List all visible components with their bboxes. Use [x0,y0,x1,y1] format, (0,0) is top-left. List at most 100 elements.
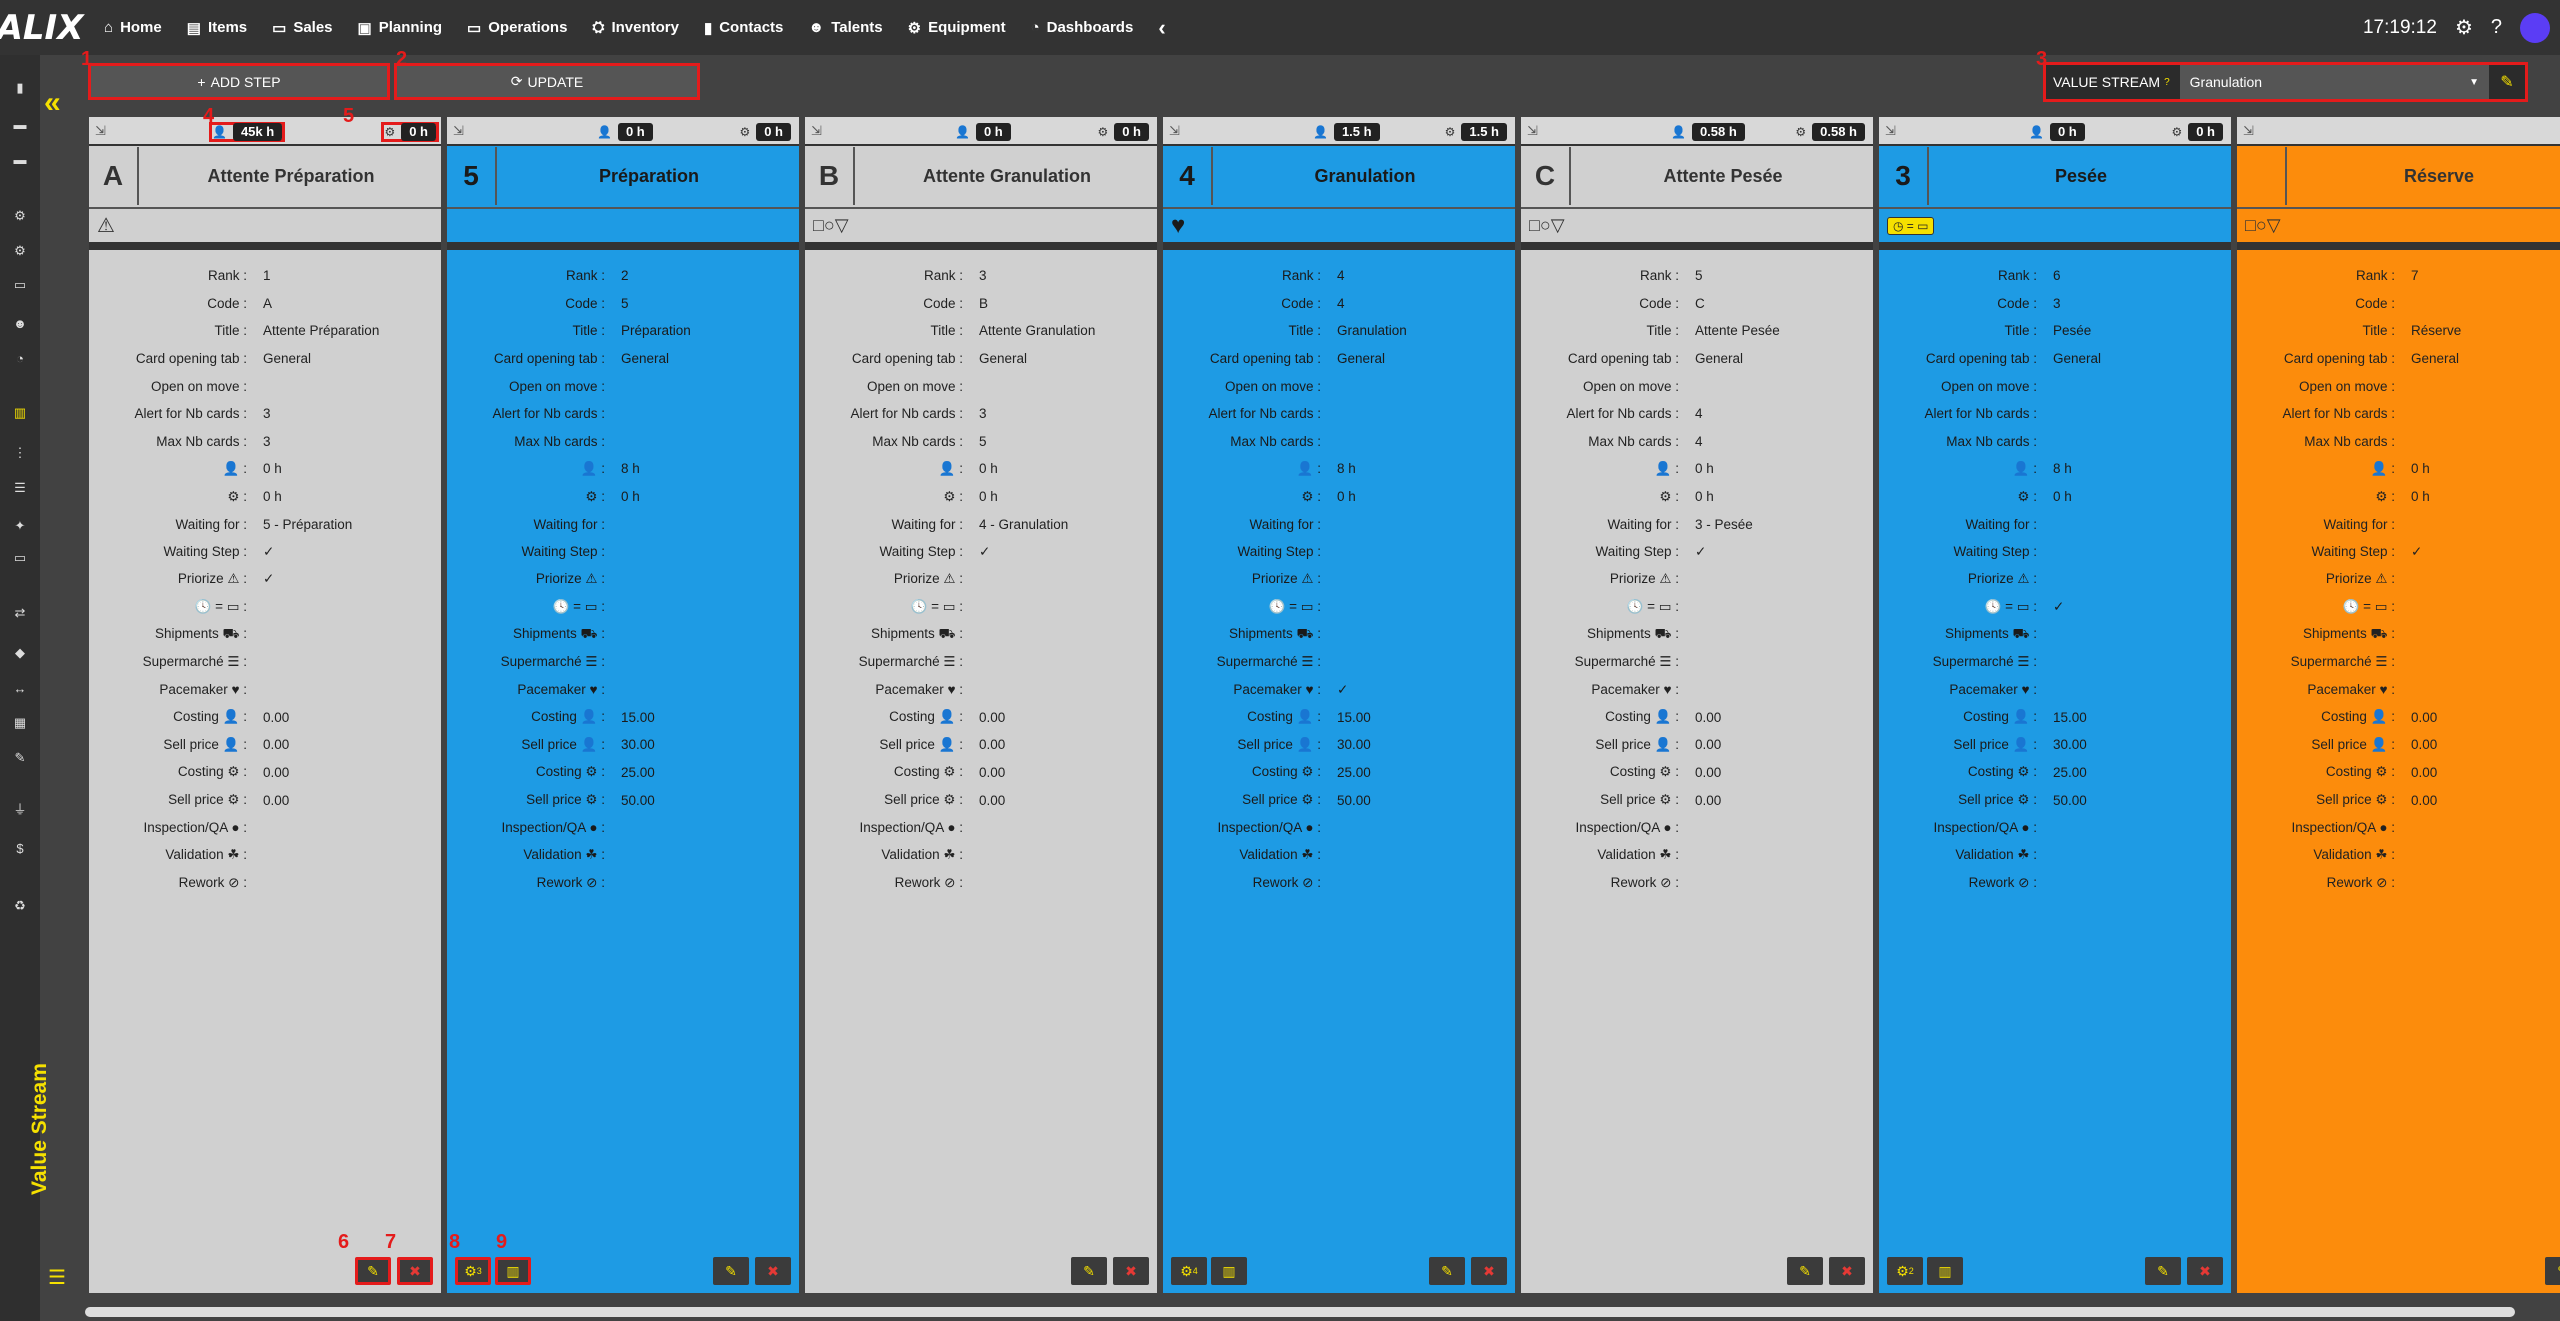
avatar[interactable] [2520,12,2550,43]
property-label-text: Pacemaker [1949,682,2018,698]
delete-step-button[interactable]: ✖ [1829,1257,1865,1285]
step-card[interactable]: ⇲ 👤 45k h ⚙ 0 h A Attente Préparation ⚠ Rank :1C… [89,117,441,1293]
group-icon[interactable]: ☻ [12,315,28,331]
calendar-icon: ▭ [942,598,956,614]
nav-item-talents[interactable]: ☻ Talents [808,19,882,36]
warning-icon: ⚠ [2375,571,2388,587]
equipment-button[interactable]: ⚙ 3 [455,1257,491,1285]
ruler-icon[interactable]: ↔ [12,680,28,696]
nav-item-items[interactable]: ▤ Items [187,19,247,37]
delete-step-button[interactable]: ✖ [2187,1257,2223,1285]
machine-hours-value: 0.58 h [1812,123,1865,141]
edit-step-button[interactable]: ✎ [2545,1257,2560,1285]
step-card[interactable]: ⇲ 👤 0.58 h ⚙ 0.58 h C Attente Pesée □○▽ Rank :5C… [1521,117,1873,1293]
property-label-text: Inspection/QA [859,820,944,836]
help-icon[interactable]: ? [2164,77,2170,88]
board-view-button[interactable]: ▥ [1211,1257,1247,1285]
machine-hours-value: 0 h [756,123,791,141]
nav-item-equipment[interactable]: ⚙ Equipment [908,19,1006,37]
drag-handle-icon[interactable]: ⇲ [811,123,822,139]
app-logo[interactable]: ALIX [0,0,83,55]
property-value: 0.00 [979,709,1006,725]
update-button[interactable]: ⟳ UPDATE [394,63,700,100]
gauge-icon[interactable]: ◔ [12,350,28,366]
step-card[interactable]: ⇲ 👤 0 h ⚙ 0 h 3 Pesée ◷ = ▭ Rank : 6 Code : 3 Title … [1879,117,2231,1293]
property-value: 0 h [2053,489,2072,505]
edit-step-button[interactable]: ✎ [1787,1257,1823,1285]
step-card[interactable]: ⇲ 👤 0 h ⚙ 0 h B Attente Granulation □○▽ Rank :3C… [805,117,1157,1293]
add-step-button[interactable]: + ADD STEP [88,63,390,100]
home-icon: ⌂ [104,19,114,36]
dollar-icon[interactable]: $ [12,840,28,856]
value-stream-select[interactable]: Granulation ▼ [2179,65,2489,99]
person-hours-value: 0 h [2049,123,2085,141]
drag-handle-icon[interactable]: ⇲ [2243,123,2254,139]
gear-icon[interactable]: ⚙ [12,208,28,224]
edit-value-stream-button[interactable]: ✎ [2489,65,2525,99]
drag-handle-icon[interactable]: ⇲ [95,123,106,139]
equipment-button[interactable]: ⚙ 2 [1887,1257,1923,1285]
nav-item-operations[interactable]: ▭ Operations [467,19,567,37]
file-icon[interactable]: ▮ [12,80,28,96]
transfer-icon[interactable]: ⇄ [12,605,28,621]
property-label-text: Alert for Nb cards : [1566,406,1679,422]
truck-icon[interactable]: ▬ [12,151,28,167]
drag-handle-icon[interactable]: ⇲ [1885,123,1896,139]
property-value: Attente Granulation [979,323,1096,339]
card-icon[interactable]: ▭ [12,277,28,293]
edit-step-button[interactable]: ✎ [355,1257,391,1285]
property-label-text: Waiting for : [175,516,247,532]
board-view-button[interactable]: ▥ [495,1257,531,1285]
property-label-text: Max Nb cards : [1946,433,2037,449]
delete-step-button[interactable]: ✖ [755,1257,791,1285]
drag-handle-icon[interactable]: ⇲ [1527,123,1538,139]
delete-step-button[interactable]: ✖ [397,1257,433,1285]
brush-icon[interactable]: ✎ [12,750,28,766]
property-label: Waiting for : [1163,517,1333,532]
plug-icon[interactable]: ⏚ [12,800,28,817]
edit-step-button[interactable]: ✎ [713,1257,749,1285]
value-stream-icon[interactable]: ▥ [12,405,28,421]
nav-collapse-icon[interactable]: ‹ [1158,15,1165,41]
nav-item-home[interactable]: ⌂ Home [104,19,162,36]
drag-handle-icon[interactable]: ⇲ [1169,123,1180,139]
nav-item-dashboards[interactable]: ◔ Dashboards [1031,19,1134,36]
box-icon[interactable]: ▭ [12,550,28,566]
nav-item-contacts[interactable]: ▮ Contacts [704,19,783,37]
horizontal-scrollbar[interactable] [85,1307,2515,1317]
person-hours-badge: 👤 1.5 h [1313,122,1380,142]
edit-step-button[interactable]: ✎ [2145,1257,2181,1285]
delete-step-button[interactable]: ✖ [1113,1257,1149,1285]
step-card[interactable]: ⇲ Réserve □○▽ Rank : 7 Code : Title : Réserve Ca… [2237,117,2560,1293]
nav-item-sales[interactable]: ▭ Sales [272,19,332,37]
equipment-button[interactable]: ⚙ 4 [1171,1257,1207,1285]
edit-step-button[interactable]: ✎ [1429,1257,1465,1285]
gear-icon[interactable]: ⚙ [2455,15,2473,40]
board-view-button[interactable]: ▥ [1927,1257,1963,1285]
card-actions: ✎ ✖ [2145,1257,2223,1285]
gears-icon: ⚙ [1659,764,1672,780]
help-icon[interactable]: ? [2491,16,2502,39]
pin-icon[interactable]: ✦ [12,518,28,534]
property-value: 30.00 [621,737,655,753]
property-row-person: 👤 :0 h [805,455,1157,483]
map-icon[interactable]: ▦ [12,715,28,731]
step-title: Attente Granulation [922,165,1091,186]
property-label-text: Priorize [1251,571,1298,587]
delete-step-button[interactable]: ✖ [1471,1257,1507,1285]
step-card[interactable]: ⇲ 👤 1.5 h ⚙ 1.5 h 4 Granulation ♥ Rank : 4 Code : 4… [1163,117,1515,1293]
dots-icon[interactable]: ⋮ [12,445,28,461]
recycle-icon[interactable]: ♻ [12,898,28,914]
nav-item-planning[interactable]: ▣ Planning [358,19,443,37]
person-icon: 👤 [1313,125,1328,139]
step-card[interactable]: ⇲ 👤 0 h ⚙ 0 h 5 Préparation Rank : 2 Code : 5 Title… [447,117,799,1293]
list-icon[interactable]: ☰ [12,480,28,496]
gears-icon[interactable]: ⚙ [12,243,28,259]
tag-icon[interactable]: ◆ [12,645,28,661]
drag-handle-icon[interactable]: ⇲ [453,123,464,139]
edit-step-button[interactable]: ✎ [1071,1257,1107,1285]
folder-icon[interactable]: ▬ [12,116,28,132]
property-label-text: Supermarché [1216,654,1298,670]
nav-item-inventory[interactable]: ⛭ Inventory [592,19,679,36]
collapse-sidebar-icon[interactable]: « [44,86,61,120]
